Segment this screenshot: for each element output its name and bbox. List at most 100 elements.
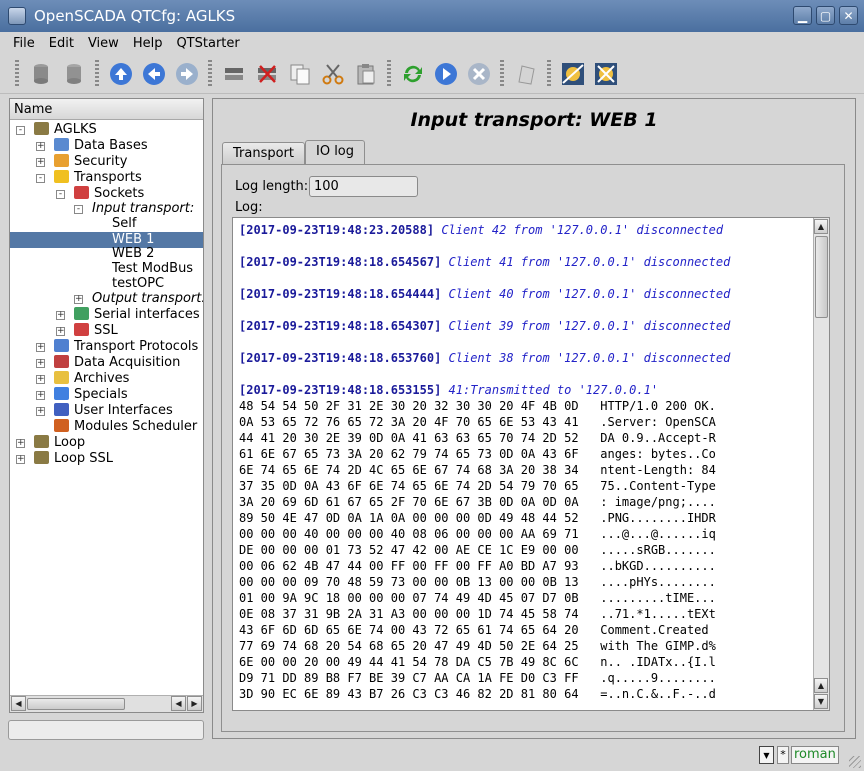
- expand-icon[interactable]: +: [36, 158, 45, 167]
- tree-item-test-modbus[interactable]: Test ModBus: [112, 261, 193, 277]
- paste-icon: [357, 63, 374, 84]
- scroll-left-button[interactable]: ◀: [11, 696, 26, 711]
- menu-file[interactable]: File: [6, 36, 42, 51]
- toolbar-grip-2[interactable]: [95, 59, 99, 88]
- tree-item-sockets[interactable]: Sockets: [74, 186, 144, 202]
- log-text-area[interactable]: [2017-09-23T19:48:23.20588] Client 42 fr…: [232, 217, 830, 711]
- expand-icon[interactable]: +: [74, 295, 83, 304]
- tree-header[interactable]: Name: [10, 99, 203, 120]
- back-button[interactable]: [140, 60, 168, 88]
- log-length-input[interactable]: 100: [309, 176, 418, 197]
- module-button-1[interactable]: [559, 60, 587, 88]
- expand-icon[interactable]: +: [36, 407, 45, 416]
- navigation-tree[interactable]: Name AGLKS - Data Bases + Security + Transport…: [9, 98, 204, 713]
- tree-item-ssl[interactable]: SSL: [74, 323, 118, 339]
- tree-item-testopc[interactable]: testOPC: [112, 276, 164, 292]
- tree-item-label: Archives: [74, 371, 130, 386]
- expand-icon[interactable]: +: [36, 375, 45, 384]
- info-button[interactable]: [512, 60, 540, 88]
- hex-ascii: DA 0.9..Accept-R: [600, 431, 716, 445]
- item-add-button[interactable]: [220, 60, 248, 88]
- collapse-icon[interactable]: -: [16, 126, 25, 135]
- tree-item-web-2[interactable]: WEB 2: [112, 246, 154, 262]
- close-button[interactable]: ✕: [839, 6, 858, 25]
- collapse-icon[interactable]: -: [74, 205, 83, 214]
- module-button-2[interactable]: [592, 60, 620, 88]
- copy-button[interactable]: [286, 60, 314, 88]
- tree-item-data-acquisition[interactable]: Data Acquisition: [54, 355, 180, 371]
- tree-item-web-1[interactable]: WEB 1: [10, 232, 203, 248]
- tree-item-input-transport[interactable]: Input transport:: [92, 201, 194, 217]
- tree-body[interactable]: AGLKS - Data Bases + Security + Transports - Soc…: [10, 120, 203, 695]
- expand-icon[interactable]: +: [36, 343, 45, 352]
- paste-button[interactable]: [352, 60, 380, 88]
- log-scroll-down-button[interactable]: ▼: [814, 694, 828, 709]
- refresh-button[interactable]: [399, 60, 427, 88]
- log-scroll-up-button-2[interactable]: ▲: [814, 678, 828, 693]
- db-load-button[interactable]: [27, 60, 55, 88]
- tree-item-modules-scheduler[interactable]: Modules Scheduler: [54, 419, 197, 435]
- db-save-button[interactable]: [60, 60, 88, 88]
- tree-item-user-interfaces[interactable]: User Interfaces: [54, 403, 173, 419]
- toolbar-grip-5[interactable]: [500, 59, 504, 88]
- log-scroll-thumb[interactable]: [815, 236, 828, 318]
- stop-button[interactable]: [465, 60, 493, 88]
- tree-item-aglks[interactable]: AGLKS: [34, 122, 97, 138]
- scroll-left-button-2[interactable]: ◀: [171, 696, 186, 711]
- collapse-icon[interactable]: -: [56, 190, 65, 199]
- tab-transport[interactable]: Transport: [222, 142, 306, 164]
- menu-edit[interactable]: Edit: [42, 36, 81, 51]
- menu-help[interactable]: Help: [126, 36, 170, 51]
- hex-bytes: 3D 90 EC 6E 89 43 B7 26 C3 C3 46 82 2D 8…: [239, 687, 579, 701]
- tree-item-archives[interactable]: Archives: [54, 371, 129, 387]
- scroll-up-icon-2: ▲: [817, 681, 825, 690]
- toolbar-grip-6[interactable]: [547, 59, 551, 88]
- item-delete-button[interactable]: [253, 60, 281, 88]
- tree-item-transports[interactable]: Transports: [54, 170, 142, 186]
- tab-io-log[interactable]: IO log: [305, 140, 366, 164]
- log-scroll-up-button[interactable]: ▲: [814, 219, 828, 234]
- log-timestamp: [2017-09-23T19:48:18.653760]: [239, 351, 442, 365]
- tree-item-security[interactable]: Security: [54, 154, 127, 170]
- expand-icon[interactable]: +: [16, 439, 25, 448]
- tree-item-transport-protocols[interactable]: Transport Protocols: [54, 339, 198, 355]
- tree-item-loop-ssl[interactable]: Loop SSL: [34, 451, 113, 467]
- user-dropdown-button[interactable]: ▼: [759, 746, 774, 764]
- page-title: Input transport: WEB 1: [410, 109, 658, 131]
- tree-horizontal-scrollbar[interactable]: ◀ ◀ ▶: [10, 695, 203, 712]
- tree-item-label: AGLKS: [54, 122, 97, 137]
- hex-dump-line: 48 54 54 50 2F 31 2E 30 20 32 30 30 20 4…: [239, 398, 730, 414]
- up-button[interactable]: [107, 60, 135, 88]
- forward-button[interactable]: [173, 60, 201, 88]
- tree-item-output-transport[interactable]: Output transport:: [92, 291, 203, 307]
- toolbar-grip-4[interactable]: [387, 59, 391, 88]
- current-user[interactable]: roman: [791, 746, 839, 764]
- tree-item-loop[interactable]: Loop: [34, 435, 85, 451]
- menu-view[interactable]: View: [81, 36, 126, 51]
- menu-qtstarter[interactable]: QTStarter: [169, 36, 246, 51]
- hex-dump-line: 3A 20 69 6D 61 67 65 2F 70 6E 67 3B 0D 0…: [239, 494, 730, 510]
- expand-icon[interactable]: +: [16, 455, 25, 464]
- title-bar: OpenSCADA QTCfg: AGLKS ▁ ▢ ✕: [0, 0, 864, 32]
- tree-horizontal-scroll-thumb[interactable]: [27, 698, 125, 710]
- expand-icon[interactable]: +: [56, 327, 65, 336]
- resize-grip[interactable]: [849, 756, 861, 768]
- scroll-right-button[interactable]: ▶: [187, 696, 202, 711]
- maximize-button[interactable]: ▢: [816, 6, 835, 25]
- expand-icon[interactable]: +: [56, 311, 65, 320]
- start-button[interactable]: [432, 60, 460, 88]
- toolbar-grip[interactable]: [15, 59, 19, 88]
- tree-item-self[interactable]: Self: [112, 216, 136, 232]
- tree-node-icon: [74, 186, 89, 199]
- collapse-icon[interactable]: -: [36, 174, 45, 183]
- tree-item-specials[interactable]: Specials: [54, 387, 128, 403]
- minimize-button[interactable]: ▁: [793, 6, 812, 25]
- expand-icon[interactable]: +: [36, 391, 45, 400]
- tree-item-serial-interfaces[interactable]: Serial interfaces: [74, 307, 200, 323]
- toolbar-grip-3[interactable]: [208, 59, 212, 88]
- log-vertical-scrollbar[interactable]: ▲ ▲ ▼: [813, 218, 829, 710]
- tree-item-data-bases[interactable]: Data Bases: [54, 138, 148, 154]
- expand-icon[interactable]: +: [36, 359, 45, 368]
- cut-button[interactable]: [319, 60, 347, 88]
- expand-icon[interactable]: +: [36, 142, 45, 151]
